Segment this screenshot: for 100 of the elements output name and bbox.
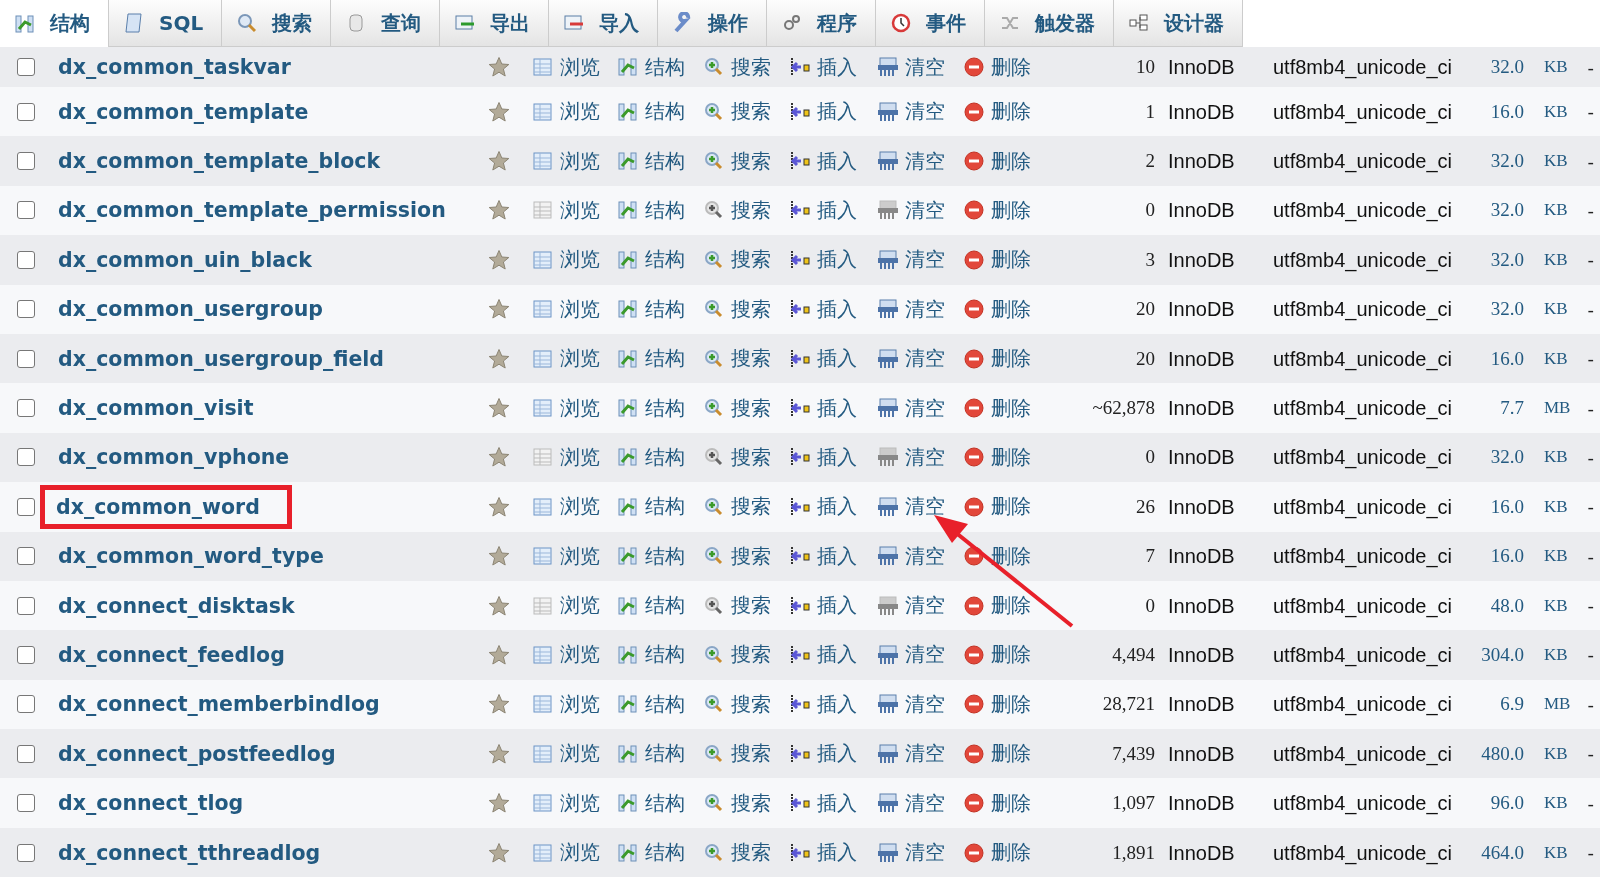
action-link[interactable]: 浏览 <box>532 542 600 570</box>
action-link[interactable]: 删除 <box>963 789 1031 817</box>
action-link[interactable]: 结构 <box>617 740 685 768</box>
action-link[interactable]: 清空 <box>877 740 945 768</box>
checkbox[interactable] <box>17 744 35 763</box>
checkbox[interactable] <box>17 497 35 516</box>
action-link[interactable]: 搜索 <box>703 147 771 175</box>
table-name-link[interactable]: dx_common_template_block <box>50 141 381 182</box>
table-name-link[interactable]: dx_common_vphone <box>50 437 290 478</box>
action-link[interactable]: 搜索 <box>703 295 771 323</box>
tab[interactable]: 导出 <box>440 0 550 47</box>
action-link[interactable]: 搜索 <box>703 542 771 570</box>
action-link[interactable]: 插入 <box>789 345 857 373</box>
action-link[interactable]: 清空 <box>877 493 945 521</box>
tab[interactable]: 搜索 <box>222 0 332 47</box>
checkbox[interactable] <box>17 448 35 467</box>
checkbox[interactable] <box>17 152 35 171</box>
action-link[interactable]: 删除 <box>963 690 1031 718</box>
action-link[interactable]: 浏览 <box>532 443 600 471</box>
checkbox[interactable] <box>17 102 35 121</box>
tab[interactable]: 程序 <box>767 0 877 47</box>
action-link[interactable]: 清空 <box>877 789 945 817</box>
action-link[interactable]: 结构 <box>617 196 685 224</box>
action-link[interactable]: 清空 <box>877 394 945 422</box>
action-link[interactable]: 浏览 <box>532 394 600 422</box>
action-link[interactable]: 浏览 <box>532 740 600 768</box>
action-link[interactable]: 搜索 <box>703 443 771 471</box>
action-link[interactable]: 结构 <box>617 592 685 620</box>
tab[interactable]: 导入 <box>549 0 659 47</box>
action-link[interactable]: 删除 <box>963 196 1031 224</box>
tab[interactable]: 触发器 <box>985 0 1115 47</box>
action-link[interactable]: 插入 <box>789 53 857 81</box>
action-link[interactable]: 结构 <box>617 246 685 274</box>
action-link[interactable]: 清空 <box>877 295 945 323</box>
action-link[interactable]: 删除 <box>963 443 1031 471</box>
action-link[interactable]: 插入 <box>789 641 857 669</box>
action-link[interactable]: 插入 <box>789 542 857 570</box>
action-link[interactable]: 删除 <box>963 592 1031 620</box>
action-link[interactable]: 搜索 <box>703 690 771 718</box>
tab[interactable]: 事件 <box>876 0 986 47</box>
action-link[interactable]: 插入 <box>789 98 857 126</box>
table-name-link[interactable]: dx_connect_feedlog <box>50 635 285 675</box>
action-link[interactable]: 结构 <box>617 641 685 669</box>
action-link[interactable]: 结构 <box>617 493 685 521</box>
checkbox[interactable] <box>17 843 35 862</box>
action-link[interactable]: 删除 <box>963 740 1031 768</box>
action-link[interactable]: 浏览 <box>532 789 600 817</box>
action-link[interactable]: 插入 <box>789 740 857 768</box>
action-link[interactable]: 插入 <box>789 147 857 175</box>
table-name-link[interactable]: dx_connect_memberbindlog <box>50 684 380 725</box>
action-link[interactable]: 插入 <box>789 196 857 224</box>
action-link[interactable]: 搜索 <box>703 839 771 867</box>
action-link[interactable]: 清空 <box>877 592 945 620</box>
action-link[interactable]: 清空 <box>877 98 945 126</box>
action-link[interactable]: 搜索 <box>703 196 771 224</box>
action-link[interactable]: 浏览 <box>532 641 600 669</box>
table-name-link[interactable]: dx_common_usergroup_field <box>50 338 385 379</box>
action-link[interactable]: 搜索 <box>703 246 771 274</box>
action-link[interactable]: 插入 <box>789 690 857 718</box>
action-link[interactable]: 删除 <box>963 839 1031 867</box>
action-link[interactable]: 浏览 <box>532 53 600 81</box>
action-link[interactable]: 浏览 <box>532 98 600 126</box>
action-link[interactable]: 浏览 <box>532 246 600 274</box>
action-link[interactable]: 删除 <box>963 493 1031 521</box>
action-link[interactable]: 浏览 <box>532 196 600 224</box>
table-name-link[interactable]: dx_common_uin_black <box>50 239 312 280</box>
action-link[interactable]: 删除 <box>963 394 1031 422</box>
action-link[interactable]: 浏览 <box>532 839 600 867</box>
action-link[interactable]: 搜索 <box>703 394 771 422</box>
table-name-link[interactable]: dx_common_visit <box>50 388 254 429</box>
action-link[interactable]: 清空 <box>877 345 945 373</box>
action-link[interactable]: 清空 <box>877 542 945 570</box>
action-link[interactable]: 浏览 <box>532 295 600 323</box>
action-link[interactable]: 浏览 <box>532 493 600 521</box>
action-link[interactable]: 浏览 <box>532 345 600 373</box>
action-link[interactable]: 结构 <box>617 98 685 126</box>
action-link[interactable]: 搜索 <box>703 98 771 126</box>
action-link[interactable]: 清空 <box>877 147 945 175</box>
action-link[interactable]: 搜索 <box>703 641 771 669</box>
action-link[interactable]: 浏览 <box>532 690 600 718</box>
table-name-link[interactable]: dx_common_taskvar <box>50 47 291 87</box>
table-name-link[interactable]: dx_connect_tthreadlog <box>50 832 321 873</box>
action-link[interactable]: 结构 <box>617 839 685 867</box>
action-link[interactable]: 清空 <box>877 690 945 718</box>
action-link[interactable]: 插入 <box>789 839 857 867</box>
action-link[interactable]: 浏览 <box>532 147 600 175</box>
action-link[interactable]: 搜索 <box>703 345 771 373</box>
action-link[interactable]: 清空 <box>877 839 945 867</box>
tab[interactable]: 操作 <box>658 0 768 47</box>
checkbox[interactable] <box>17 250 35 269</box>
checkbox[interactable] <box>17 596 35 615</box>
tab[interactable]: 设计器 <box>1114 0 1244 47</box>
action-link[interactable]: 删除 <box>963 295 1031 323</box>
action-link[interactable]: 结构 <box>617 53 685 81</box>
table-name-link[interactable]: dx_common_word <box>42 486 290 527</box>
action-link[interactable]: 插入 <box>789 394 857 422</box>
action-link[interactable]: 清空 <box>877 641 945 669</box>
action-link[interactable]: 清空 <box>877 443 945 471</box>
action-link[interactable]: 搜索 <box>703 53 771 81</box>
action-link[interactable]: 插入 <box>789 592 857 620</box>
